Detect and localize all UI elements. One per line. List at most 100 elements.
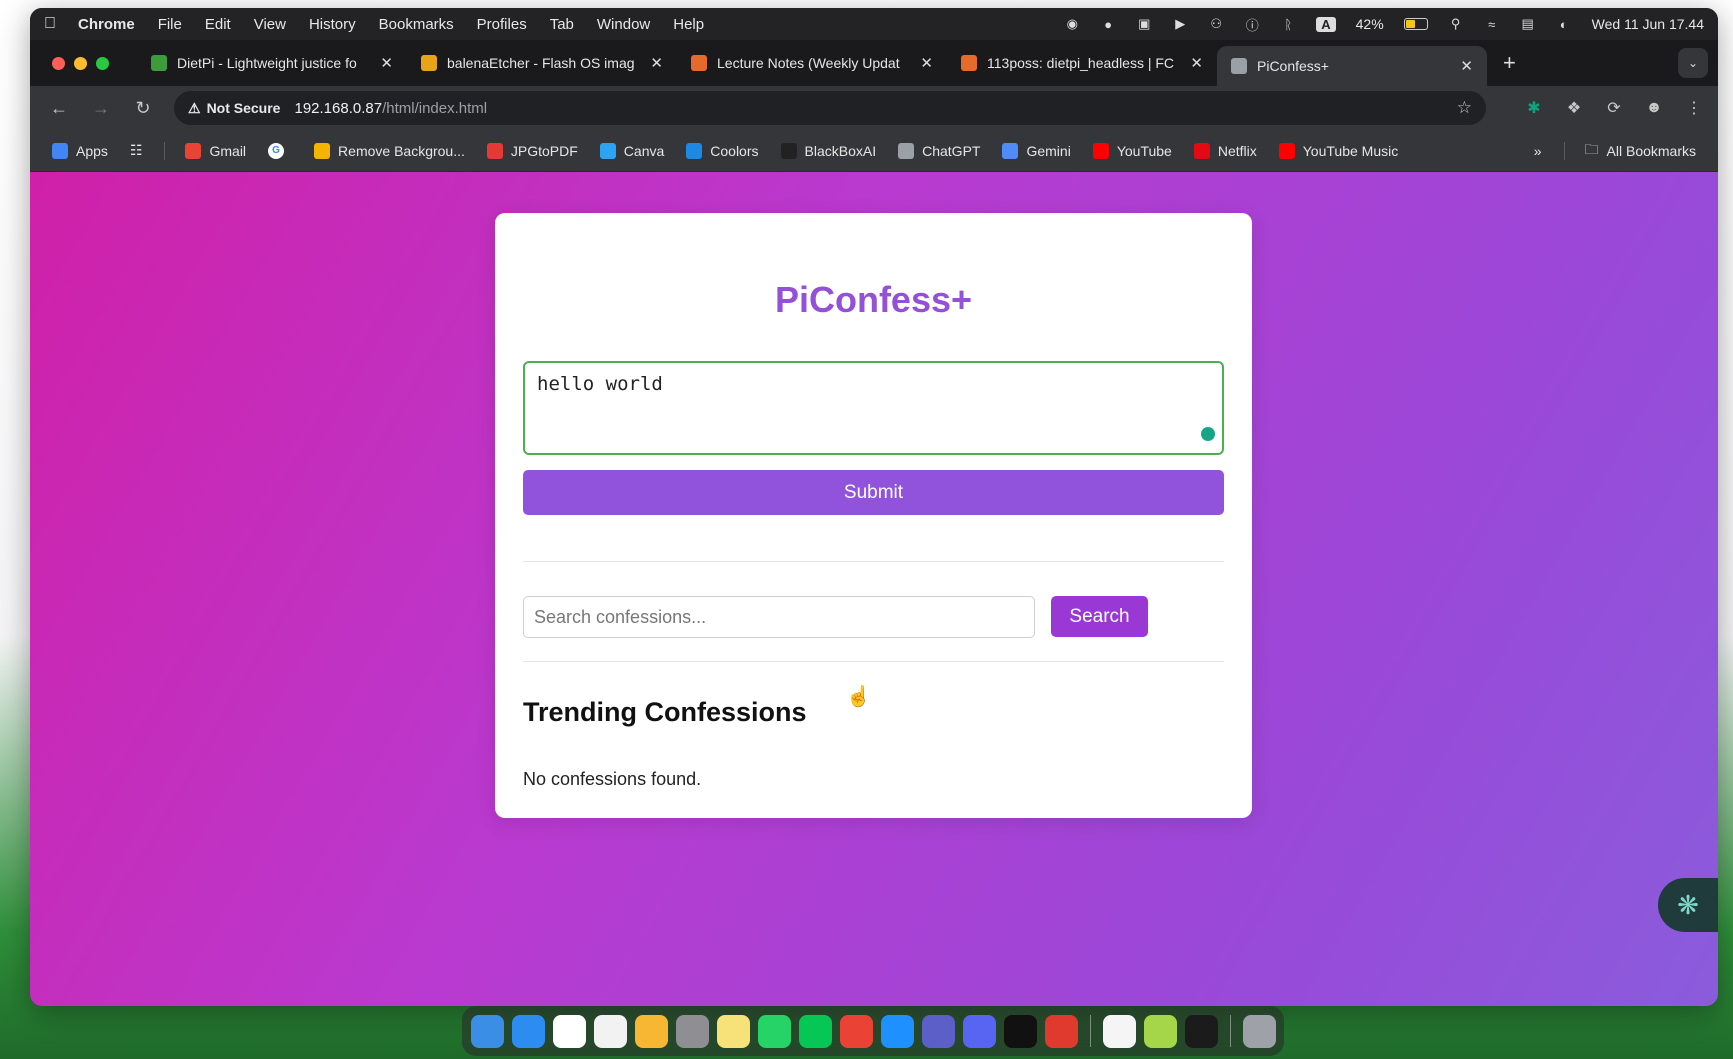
confession-input[interactable] bbox=[523, 361, 1224, 455]
tab-0[interactable]: DietPi - Lightweight justice fo ✕ bbox=[137, 40, 407, 86]
dock-safari-icon[interactable] bbox=[880, 1014, 914, 1048]
battery-icon[interactable] bbox=[1403, 18, 1428, 30]
search-input[interactable] bbox=[523, 596, 1035, 638]
tab-title: balenaEtcher - Flash OS imag bbox=[447, 55, 635, 71]
menu-clock[interactable]: Wed 11 Jun 17.44 bbox=[1592, 16, 1704, 32]
bookmark-item[interactable]: Netflix bbox=[1193, 142, 1257, 159]
dock-notes-icon[interactable] bbox=[716, 1014, 750, 1048]
dock-acrobat-icon[interactable] bbox=[1044, 1014, 1078, 1048]
bookmark-item[interactable]: Gmail bbox=[185, 142, 246, 159]
dock-teams-icon[interactable] bbox=[921, 1014, 955, 1048]
tab-1[interactable]: balenaEtcher - Flash OS imag ✕ bbox=[407, 40, 677, 86]
play-icon[interactable]: ▶ bbox=[1172, 16, 1188, 32]
bookmark-item[interactable]: Gemini bbox=[1002, 142, 1071, 159]
dock-whatsapp-icon[interactable] bbox=[757, 1014, 791, 1048]
menu-window[interactable]: Window bbox=[597, 16, 650, 33]
dock-photos-icon[interactable] bbox=[634, 1014, 668, 1048]
tab-4[interactable]: PiConfess+ ✕ bbox=[1217, 46, 1487, 86]
bookmark-favicon-icon bbox=[780, 142, 797, 159]
tab-close-icon[interactable]: ✕ bbox=[380, 54, 393, 72]
dock-capcut-icon[interactable] bbox=[1003, 1014, 1037, 1048]
close-window-button[interactable] bbox=[52, 56, 65, 70]
zoom-window-button[interactable] bbox=[96, 56, 109, 70]
bookmark-item[interactable]: ChatGPT bbox=[898, 142, 980, 159]
dock-finder-icon[interactable] bbox=[470, 1014, 504, 1048]
dock-separator bbox=[1089, 1015, 1091, 1047]
minimize-window-button[interactable] bbox=[74, 56, 87, 70]
grammar-check-indicator[interactable] bbox=[1201, 427, 1215, 441]
bookmark-item[interactable]: YouTube Music bbox=[1278, 142, 1398, 159]
submit-button[interactable]: Submit bbox=[523, 470, 1224, 515]
control-center-icon[interactable]: ▤ bbox=[1520, 16, 1536, 32]
line-status-icon[interactable]: ● bbox=[1100, 16, 1116, 32]
menu-help[interactable]: Help bbox=[673, 16, 704, 33]
spotlight-search-icon[interactable]: ⚲ bbox=[1448, 16, 1464, 32]
new-tab-button[interactable]: + bbox=[1503, 50, 1516, 76]
all-bookmarks-button[interactable]: 🗀 All Bookmarks bbox=[1585, 139, 1696, 163]
extensions-puzzle-icon[interactable]: ❖ bbox=[1564, 98, 1584, 118]
bookmark-google[interactable]: G bbox=[268, 142, 292, 159]
profile-avatar[interactable]: ☻ bbox=[1644, 99, 1664, 117]
reload-button[interactable]: ↻ bbox=[128, 98, 158, 119]
dock-trash-icon[interactable] bbox=[1242, 1014, 1276, 1048]
wifi-icon[interactable]: ≈ bbox=[1484, 16, 1500, 32]
address-bar[interactable]: ⚠ Not Secure 192.168.0.87/html/index.htm… bbox=[174, 91, 1486, 125]
bookmark-item[interactable]: Apps bbox=[52, 142, 108, 159]
menu-file[interactable]: File bbox=[158, 16, 182, 33]
chatgpt-floating-button[interactable]: ❋ bbox=[1658, 878, 1718, 932]
back-button[interactable]: ← bbox=[44, 98, 74, 119]
menu-view[interactable]: View bbox=[254, 16, 286, 33]
bookmark-favicon-icon bbox=[1002, 142, 1019, 159]
dock-terminal-icon[interactable] bbox=[1184, 1014, 1218, 1048]
bookmark-item[interactable]: JPGtoPDF bbox=[486, 142, 578, 159]
menu-chrome[interactable]: Chrome bbox=[78, 16, 135, 33]
accessibility-icon[interactable]: ⚇ bbox=[1208, 16, 1224, 32]
siri-icon[interactable]: ◐ bbox=[1556, 16, 1572, 32]
dock-discord-icon[interactable] bbox=[962, 1014, 996, 1048]
tab-groups-icon[interactable]: ☷ bbox=[130, 142, 143, 159]
menu-profiles[interactable]: Profiles bbox=[477, 16, 527, 33]
screen-share-icon[interactable]: ▣ bbox=[1136, 16, 1152, 32]
bluetooth-icon[interactable]: ᚱ bbox=[1280, 16, 1296, 32]
tab-close-icon[interactable]: ✕ bbox=[920, 54, 933, 72]
dock-textedit-icon[interactable] bbox=[1102, 1014, 1136, 1048]
tab-2[interactable]: Lecture Notes (Weekly Updat ✕ bbox=[677, 40, 947, 86]
tab-search-button[interactable]: ⌄ bbox=[1678, 48, 1708, 78]
dock-chrome-icon[interactable] bbox=[839, 1014, 873, 1048]
security-indicator[interactable]: ⚠ Not Secure bbox=[188, 100, 280, 117]
bookmark-item[interactable]: YouTube bbox=[1092, 142, 1172, 159]
tab-title: PiConfess+ bbox=[1257, 58, 1329, 74]
dock-calendar-icon[interactable] bbox=[552, 1014, 586, 1048]
bookmark-label: BlackBoxAI bbox=[804, 142, 877, 159]
menu-bookmarks[interactable]: Bookmarks bbox=[379, 16, 454, 33]
info-icon[interactable]: ⓘ bbox=[1244, 16, 1260, 33]
menu-edit[interactable]: Edit bbox=[205, 16, 231, 33]
dock-mail-icon[interactable] bbox=[511, 1014, 545, 1048]
tab-close-icon[interactable]: ✕ bbox=[1460, 57, 1473, 75]
bookmark-star-icon[interactable]: ☆ bbox=[1457, 98, 1472, 118]
tab-close-icon[interactable]: ✕ bbox=[1190, 54, 1203, 72]
bookmark-item[interactable]: BlackBoxAI bbox=[780, 142, 877, 159]
menu-history[interactable]: History bbox=[309, 16, 356, 33]
bookmark-label: Apps bbox=[76, 142, 108, 159]
tab-3[interactable]: 113poss: dietpi_headless | FC ✕ bbox=[947, 40, 1217, 86]
bookmark-item[interactable]: Coolors bbox=[686, 142, 759, 159]
bookmarks-overflow-button[interactable]: » bbox=[1534, 143, 1542, 159]
section-divider bbox=[523, 661, 1224, 662]
menu-tab[interactable]: Tab bbox=[550, 16, 574, 33]
search-button[interactable]: Search bbox=[1051, 596, 1148, 637]
dock-system-settings-icon[interactable] bbox=[675, 1014, 709, 1048]
sync-icon[interactable]: ⟳ bbox=[1604, 98, 1624, 118]
bookmark-item[interactable]: Canva bbox=[599, 142, 664, 159]
dock-balenaetcher-icon[interactable] bbox=[1143, 1014, 1177, 1048]
chrome-menu-icon[interactable]: ⋮ bbox=[1684, 98, 1704, 118]
bookmark-item[interactable]: Remove Backgrou... bbox=[314, 142, 465, 159]
apple-menu-icon[interactable]:  bbox=[44, 15, 56, 33]
forward-button[interactable]: → bbox=[86, 98, 116, 119]
input-source-indicator[interactable]: A bbox=[1316, 16, 1336, 32]
tab-close-icon[interactable]: ✕ bbox=[650, 54, 663, 72]
dock-line-icon[interactable] bbox=[798, 1014, 832, 1048]
extension-chatgpt-icon[interactable]: ✱ bbox=[1524, 98, 1544, 118]
record-icon[interactable]: ◉ bbox=[1064, 16, 1080, 32]
dock-clock-icon[interactable] bbox=[593, 1014, 627, 1048]
